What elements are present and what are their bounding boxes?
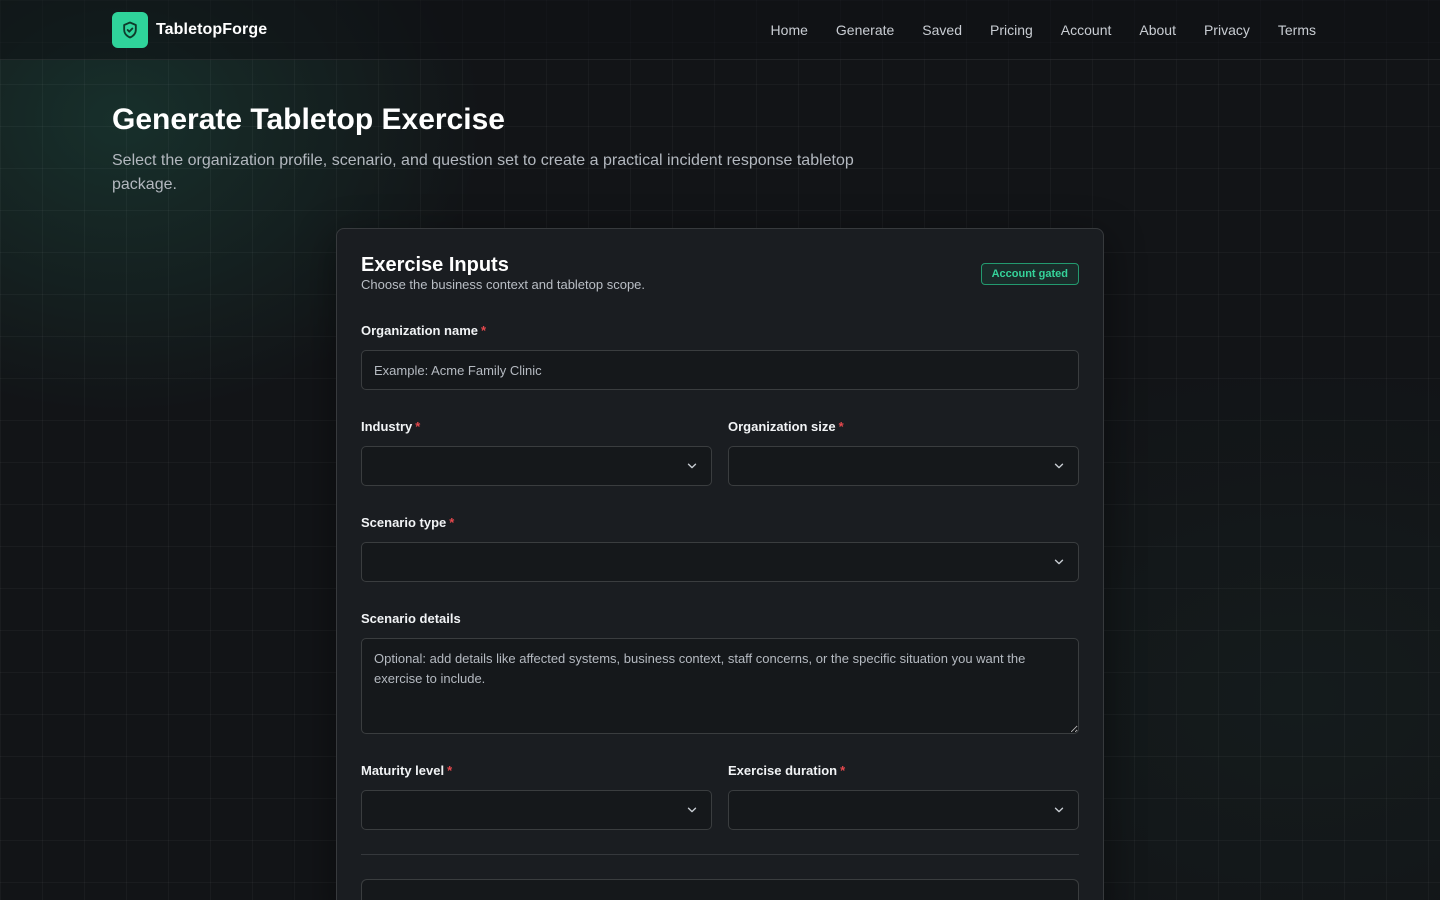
chevron-down-icon: [1054, 463, 1064, 469]
scenario-type-label-text: Scenario type: [361, 515, 447, 530]
required-marker: *: [415, 419, 421, 434]
nav-link-generate[interactable]: Generate: [836, 22, 894, 38]
nav-links: Home Generate Saved Pricing Account Abou…: [771, 0, 1316, 60]
maturity-level-label-text: Maturity level: [361, 763, 445, 778]
required-marker: *: [840, 763, 846, 778]
organization-name-input[interactable]: [361, 350, 1079, 390]
maturity-level-label: Maturity level *: [361, 763, 452, 779]
nav-link-privacy[interactable]: Privacy: [1204, 22, 1250, 38]
chevron-down-icon: [1054, 559, 1064, 565]
industry-select[interactable]: [361, 446, 712, 486]
scenario-type-select[interactable]: [361, 542, 1079, 582]
chevron-down-icon: [1054, 807, 1064, 813]
exercise-inputs-card: Exercise Inputs Choose the business cont…: [336, 228, 1104, 900]
scenario-details-textarea[interactable]: [361, 638, 1079, 734]
required-marker: *: [447, 763, 453, 778]
page-subtitle: Select the organization profile, scenari…: [112, 152, 854, 193]
scenario-details-label-text: Scenario details: [361, 611, 461, 626]
page-title: Generate Tabletop Exercise: [112, 103, 505, 136]
next-section-box: [361, 879, 1079, 900]
brand-home-link[interactable]: TabletopForge: [112, 12, 267, 48]
exercise-duration-label-text: Exercise duration: [728, 763, 838, 778]
exercise-duration-select[interactable]: [728, 790, 1079, 830]
shield-icon: [112, 12, 148, 48]
organization-size-label-text: Organization size: [728, 419, 836, 434]
section-divider: [361, 854, 1079, 855]
industry-label: Industry *: [361, 419, 420, 435]
card-title: Exercise Inputs: [361, 254, 509, 276]
required-marker: *: [449, 515, 455, 530]
maturity-level-select[interactable]: [361, 790, 712, 830]
card-description: Choose the business context and tabletop…: [361, 277, 646, 292]
scenario-type-label: Scenario type *: [361, 515, 454, 531]
organization-size-select[interactable]: [728, 446, 1079, 486]
chevron-down-icon: [687, 463, 697, 469]
organization-name-label: Organization name *: [361, 323, 486, 339]
page: TabletopForge Home Generate Saved Pricin…: [0, 0, 1440, 900]
required-marker: *: [838, 419, 844, 434]
scenario-details-label: Scenario details: [361, 611, 461, 627]
nav-link-about[interactable]: About: [1139, 22, 1176, 38]
nav-link-saved[interactable]: Saved: [922, 22, 962, 38]
nav-link-pricing[interactable]: Pricing: [990, 22, 1033, 38]
account-gated-badge: Account gated: [980, 263, 1079, 285]
nav-link-terms[interactable]: Terms: [1278, 22, 1316, 38]
top-nav: TabletopForge Home Generate Saved Pricin…: [0, 0, 1440, 60]
nav-link-home[interactable]: Home: [771, 22, 808, 38]
brand-name: TabletopForge: [156, 21, 268, 38]
exercise-duration-label: Exercise duration *: [728, 763, 845, 779]
industry-label-text: Industry: [361, 419, 413, 434]
required-marker: *: [481, 323, 487, 338]
nav-link-account[interactable]: Account: [1061, 22, 1112, 38]
organization-name-label-text: Organization name: [361, 323, 479, 338]
chevron-down-icon: [687, 807, 697, 813]
organization-size-label: Organization size *: [728, 419, 844, 435]
